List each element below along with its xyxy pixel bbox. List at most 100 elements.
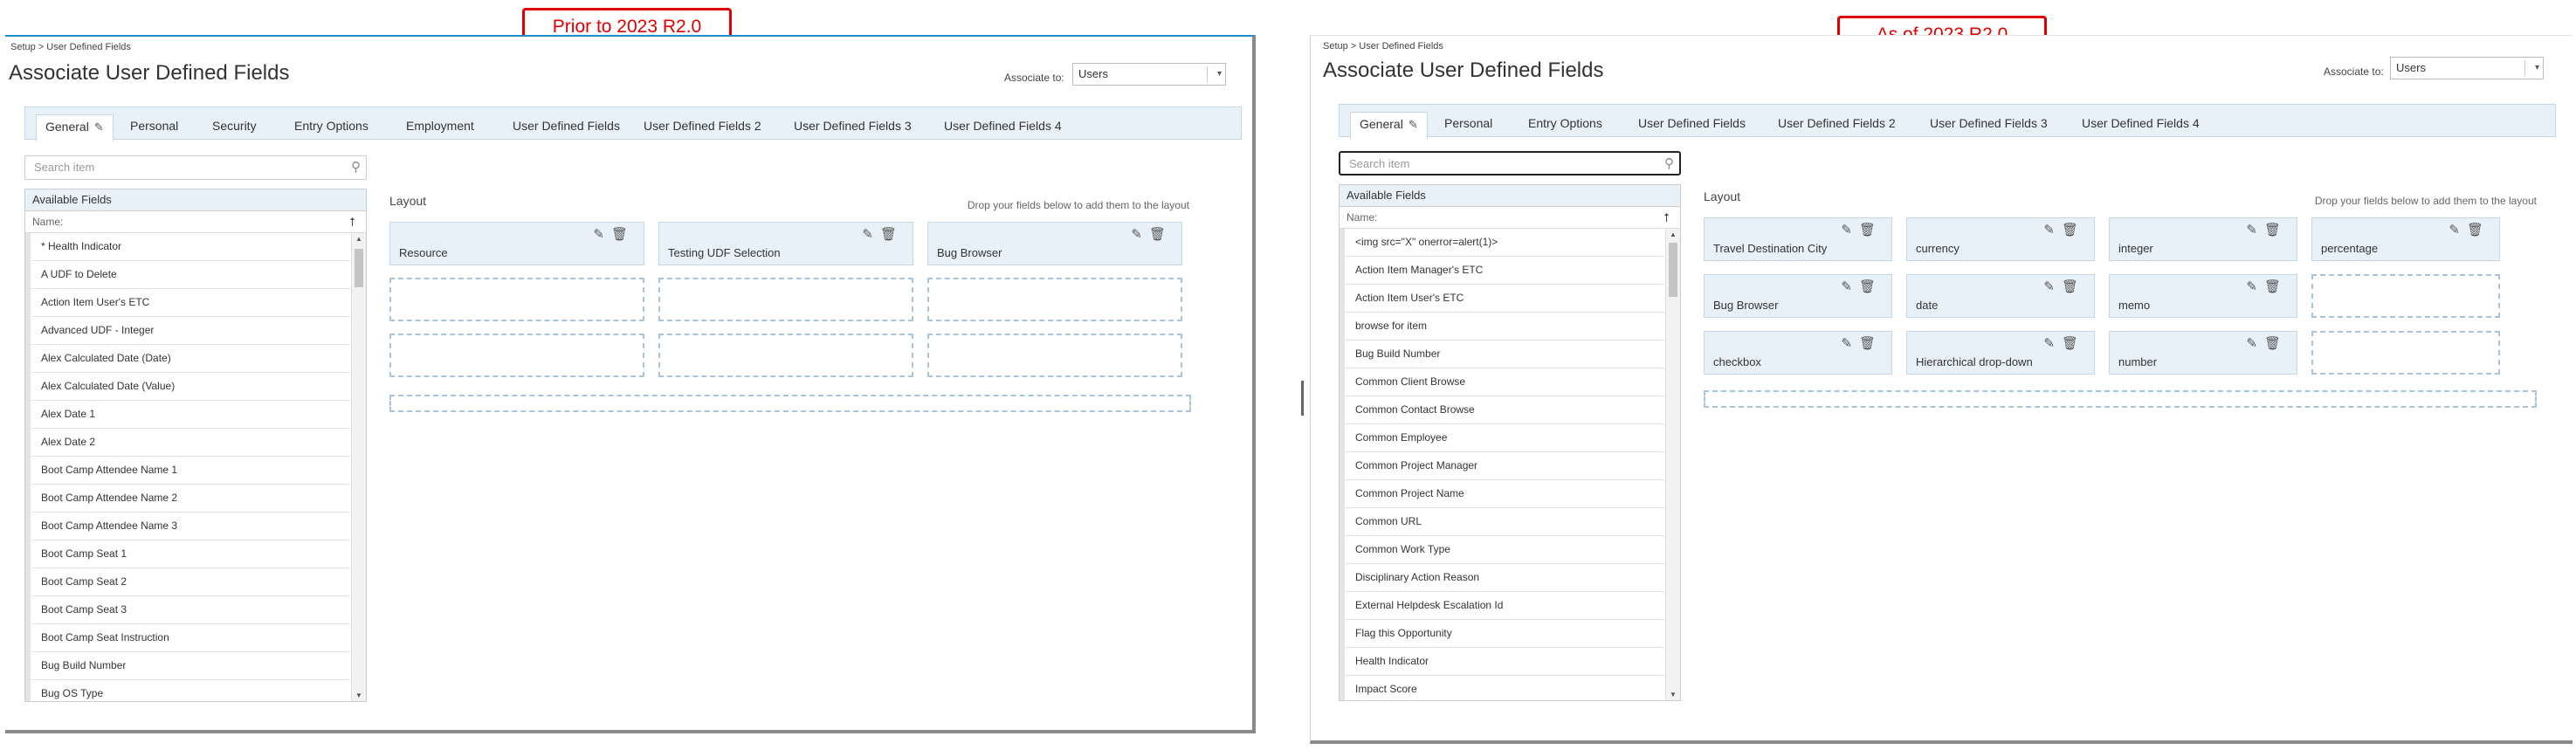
layout-field[interactable]: number ✎🗑 (2109, 331, 2297, 375)
new-row-drop-zone[interactable] (1704, 390, 2537, 408)
layout-field[interactable]: date ✎🗑 (1906, 274, 2095, 318)
empty-drop-slot[interactable] (2311, 331, 2500, 375)
tab-personal[interactable]: Personal (121, 114, 187, 141)
layout-field[interactable]: Hierarchical drop-down ✎🗑 (1906, 331, 2095, 375)
pencil-icon[interactable]: ✎ (2043, 279, 2062, 294)
list-item[interactable]: Boot Camp Attendee Name 3 (25, 513, 350, 540)
tab-general[interactable]: General ✎ (36, 114, 114, 141)
search-input[interactable]: Search item ⚲ (1339, 151, 1681, 175)
tab-user-defined-fields-3[interactable]: User Defined Fields 3 (1921, 112, 2056, 138)
trash-icon[interactable]: 🗑 (1859, 223, 1883, 237)
layout-field[interactable]: integer ✎🗑 (2109, 217, 2297, 261)
empty-drop-slot[interactable] (927, 334, 1182, 377)
trash-icon[interactable]: 🗑 (2264, 336, 2288, 351)
layout-field[interactable]: percentage ✎🗑 (2311, 217, 2500, 261)
trash-icon[interactable]: 🗑 (2264, 223, 2288, 237)
list-item[interactable]: Advanced UDF - Integer (25, 317, 350, 345)
empty-drop-slot[interactable] (389, 334, 644, 377)
layout-field[interactable]: Bug Browser ✎🗑 (1704, 274, 1892, 318)
scrollbar[interactable]: ▲ ▼ (1665, 229, 1680, 700)
list-item[interactable]: Disciplinary Action Reason (1340, 564, 1664, 592)
tab-entry-options[interactable]: Entry Options (286, 114, 377, 141)
tab-general[interactable]: General ✎ (1350, 112, 1428, 139)
layout-field[interactable]: checkbox ✎🗑 (1704, 331, 1892, 375)
tab-user-defined-fields-4[interactable]: User Defined Fields 4 (935, 114, 1071, 141)
trash-icon[interactable]: 🗑 (880, 227, 904, 242)
layout-field[interactable]: Testing UDF Selection ✎🗑 (658, 222, 913, 265)
list-item[interactable]: Boot Camp Seat 1 (25, 540, 350, 568)
list-item[interactable]: Action Item User's ETC (25, 289, 350, 317)
tab-user-defined-fields[interactable]: User Defined Fields (504, 114, 629, 141)
empty-drop-slot[interactable] (2311, 274, 2500, 318)
pencil-icon[interactable]: ✎ (1841, 336, 1859, 351)
pencil-icon[interactable]: ✎ (2246, 279, 2264, 294)
list-item[interactable]: Bug Build Number (25, 652, 350, 680)
layout-field[interactable]: Resource ✎🗑 (389, 222, 644, 265)
pencil-icon[interactable]: ✎ (1841, 223, 1859, 237)
scrollbar-thumb[interactable] (355, 249, 363, 287)
tab-entry-options[interactable]: Entry Options (1519, 112, 1611, 138)
scroll-up-icon[interactable]: ▲ (352, 235, 366, 243)
name-column-header[interactable]: Name: ⭡ (25, 211, 366, 233)
list-item[interactable]: browse for item (1340, 313, 1664, 341)
list-item[interactable]: A UDF to Delete (25, 261, 350, 289)
scroll-down-icon[interactable]: ▼ (1666, 691, 1680, 698)
tab-personal[interactable]: Personal (1436, 112, 1501, 138)
tab-security[interactable]: Security (203, 114, 265, 141)
list-item[interactable]: Common Contact Browse (1340, 396, 1664, 424)
empty-drop-slot[interactable] (658, 278, 913, 321)
list-item[interactable]: Alex Date 2 (25, 429, 350, 457)
associate-select[interactable]: Users ▾ (2390, 57, 2544, 79)
list-item[interactable]: * Health Indicator (25, 233, 350, 261)
layout-field[interactable]: memo ✎🗑 (2109, 274, 2297, 318)
sort-icon[interactable]: ⭡ (349, 211, 355, 232)
list-item[interactable]: Common Client Browse (1340, 368, 1664, 396)
tab-user-defined-fields-2[interactable]: User Defined Fields 2 (635, 114, 770, 141)
search-input[interactable]: Search item ⚲ (24, 155, 367, 180)
pencil-icon[interactable]: ✎ (2043, 336, 2062, 351)
list-item[interactable]: Common Employee (1340, 424, 1664, 452)
layout-field[interactable]: Bug Browser ✎🗑 (927, 222, 1182, 265)
list-item[interactable]: Action Item Manager's ETC (1340, 257, 1664, 285)
tab-employment[interactable]: Employment (397, 114, 483, 141)
trash-icon[interactable]: 🗑 (2467, 223, 2490, 237)
list-item[interactable]: Action Item User's ETC (1340, 285, 1664, 313)
pencil-icon[interactable]: ✎ (1841, 279, 1859, 294)
pencil-icon[interactable]: ✎ (94, 116, 104, 139)
list-item[interactable]: Flag this Opportunity (1340, 620, 1664, 648)
layout-field[interactable]: currency ✎🗑 (1906, 217, 2095, 261)
trash-icon[interactable]: 🗑 (2062, 223, 2085, 237)
scroll-down-icon[interactable]: ▼ (352, 692, 366, 699)
pencil-icon[interactable]: ✎ (2043, 223, 2062, 237)
list-item[interactable]: Bug Build Number (1340, 341, 1664, 368)
list-item[interactable]: Bug OS Type (25, 680, 350, 701)
list-item[interactable]: External Helpdesk Escalation Id (1340, 592, 1664, 620)
pencil-icon[interactable]: ✎ (2449, 223, 2467, 237)
list-item[interactable]: Health Indicator (1340, 648, 1664, 676)
breadcrumb[interactable]: Setup > User Defined Fields (1323, 41, 1443, 52)
tab-user-defined-fields-3[interactable]: User Defined Fields 3 (785, 114, 920, 141)
tab-user-defined-fields[interactable]: User Defined Fields (1629, 112, 1754, 138)
trash-icon[interactable]: 🗑 (2062, 336, 2085, 351)
empty-drop-slot[interactable] (927, 278, 1182, 321)
pencil-icon[interactable]: ✎ (1409, 114, 1418, 136)
pencil-icon[interactable]: ✎ (862, 227, 880, 242)
list-item[interactable]: Alex Calculated Date (Value) (25, 373, 350, 401)
list-item[interactable]: Common Work Type (1340, 536, 1664, 564)
trash-icon[interactable]: 🗑 (611, 227, 635, 242)
trash-icon[interactable]: 🗑 (2264, 279, 2288, 294)
list-item[interactable]: Common Project Manager (1340, 452, 1664, 480)
layout-field[interactable]: Travel Destination City ✎🗑 (1704, 217, 1892, 261)
trash-icon[interactable]: 🗑 (2062, 279, 2085, 294)
name-column-header[interactable]: Name: ⭡ (1340, 207, 1680, 229)
list-item[interactable]: Boot Camp Seat 2 (25, 568, 350, 596)
list-item[interactable]: Alex Calculated Date (Date) (25, 345, 350, 373)
trash-icon[interactable]: 🗑 (1149, 227, 1173, 242)
trash-icon[interactable]: 🗑 (1859, 279, 1883, 294)
list-item[interactable]: Boot Camp Seat 3 (25, 596, 350, 624)
new-row-drop-zone[interactable] (389, 395, 1191, 412)
tab-user-defined-fields-2[interactable]: User Defined Fields 2 (1769, 112, 1904, 138)
list-item[interactable]: Boot Camp Attendee Name 2 (25, 485, 350, 513)
pencil-icon[interactable]: ✎ (2246, 223, 2264, 237)
empty-drop-slot[interactable] (658, 334, 913, 377)
